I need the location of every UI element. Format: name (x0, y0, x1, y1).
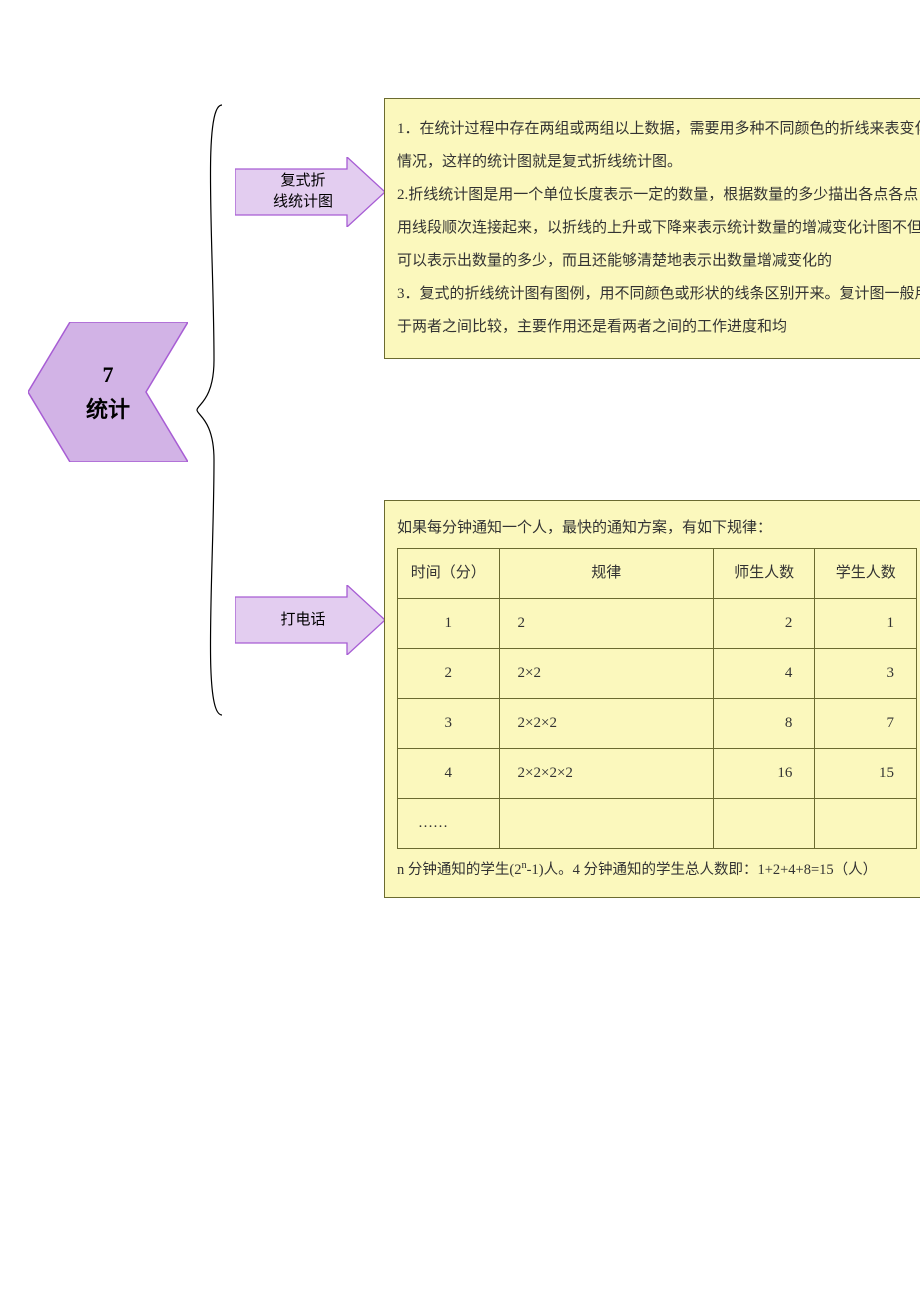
table-row: …… (398, 799, 917, 849)
box1-para-1: 1．在统计过程中存在两组或两组以上数据，需要用多种不同颜色的折线来表变化情况，这… (397, 113, 920, 179)
box1-para-2: 2.折线统计图是用一个单位长度表示一定的数量，根据数量的多少描出各点各点用线段顺… (397, 179, 920, 278)
th-total: 师生人数 (713, 549, 815, 599)
box2-title: 如果每分钟通知一个人，最快的通知方案，有如下规律： (397, 515, 920, 542)
main-topic-title: 统计 (86, 392, 130, 427)
table-header-row: 时间（分） 规律 师生人数 学生人数 (398, 549, 917, 599)
branch-2-text: 打电话 (280, 610, 325, 631)
content-box-1: 1．在统计过程中存在两组或两组以上数据，需要用多种不同颜色的折线来表变化情况，这… (384, 98, 920, 359)
branch-arrow-2: 打电话 (235, 585, 385, 655)
branch-1-label: 复式折 线统计图 (235, 157, 363, 227)
th-students: 学生人数 (815, 549, 917, 599)
note-post: -1)人。4 分钟通知的学生总人数即：1+2+4+8=15（人） (527, 862, 878, 878)
main-topic-shape: 7 统计 (28, 322, 188, 462)
box2-note: n 分钟通知的学生(2n-1)人。4 分钟通知的学生总人数即：1+2+4+8=1… (397, 857, 920, 883)
branch-1-text: 复式折 线统计图 (273, 171, 333, 213)
th-rule: 规律 (499, 549, 713, 599)
brace-icon (192, 100, 232, 720)
note-pre: n 分钟通知的学生(2 (397, 862, 521, 878)
branch-2-label: 打电话 (235, 585, 363, 655)
main-topic-label: 7 统计 (28, 322, 188, 462)
table-row: 4 2×2×2×2 16 15 (398, 749, 917, 799)
th-time: 时间（分） (398, 549, 500, 599)
box1-para-3: 3．复式的折线统计图有图例，用不同颜色或形状的线条区别开来。复计图一般用于两者之… (397, 278, 920, 344)
content-box-2: 如果每分钟通知一个人，最快的通知方案，有如下规律： 时间（分） 规律 师生人数 … (384, 500, 920, 898)
main-topic-number: 7 (103, 357, 114, 392)
pattern-table: 时间（分） 规律 师生人数 学生人数 1 2 2 1 2 2×2 4 3 3 2… (397, 548, 917, 849)
table-row: 2 2×2 4 3 (398, 649, 917, 699)
table-row: 3 2×2×2 8 7 (398, 699, 917, 749)
table-row: 1 2 2 1 (398, 599, 917, 649)
branch-arrow-1: 复式折 线统计图 (235, 157, 385, 227)
